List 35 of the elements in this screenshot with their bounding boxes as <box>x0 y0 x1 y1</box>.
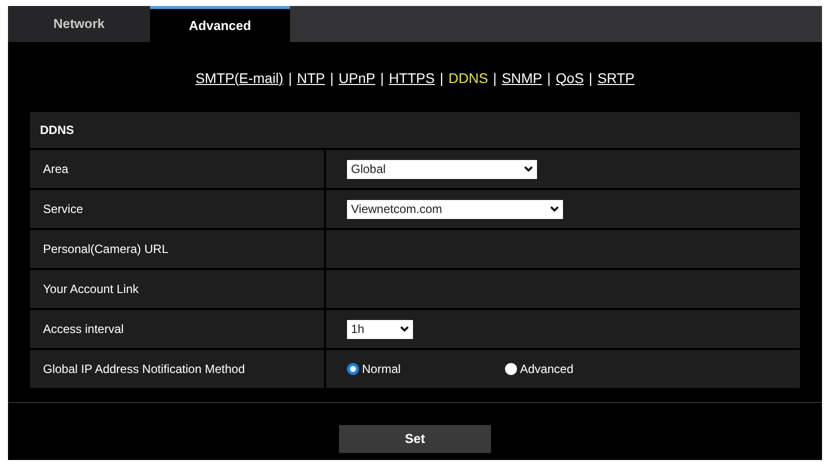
nav-link[interactable]: QoS <box>556 68 584 88</box>
separator: | <box>588 68 592 88</box>
dropdown[interactable]: Global <box>347 160 537 178</box>
separator: | <box>330 68 334 88</box>
chevron-down-icon <box>550 206 559 212</box>
chevron-down-icon <box>524 166 533 172</box>
field-label: Global IP Address Notification Method <box>30 350 324 388</box>
nav-link[interactable]: HTTPS <box>388 68 435 88</box>
nav-link[interactable]: NTP <box>296 68 325 88</box>
nav-link[interactable]: SNMP <box>502 68 542 88</box>
field-label: Area <box>30 150 324 188</box>
separator: | <box>493 68 497 88</box>
chevron-down-icon <box>400 326 409 332</box>
radio-button[interactable] <box>505 363 517 375</box>
nav-link[interactable]: DDNS <box>448 68 488 88</box>
separator: | <box>547 68 551 88</box>
field-label: Service <box>30 190 324 228</box>
radio-button[interactable] <box>347 363 359 375</box>
dropdown[interactable]: 1h <box>347 320 413 338</box>
separator: | <box>380 68 384 88</box>
field-label: Personal(Camera) URL <box>30 230 324 268</box>
field-label: Your Account Link <box>30 270 324 308</box>
set-button[interactable]: Set <box>339 425 491 453</box>
tab[interactable]: Network <box>8 6 150 42</box>
separator: | <box>288 68 292 88</box>
nav-link[interactable]: SRTP <box>597 68 635 88</box>
dropdown[interactable]: Viewnetcom.com <box>347 200 563 218</box>
nav-link[interactable]: UPnP <box>338 68 376 88</box>
nav-link[interactable]: SMTP(E-mail) <box>195 68 284 88</box>
field-label: Access interval <box>30 310 324 348</box>
separator: | <box>440 68 444 88</box>
radio-option[interactable]: Normal <box>347 360 505 378</box>
radio-option[interactable]: Advanced <box>505 360 663 378</box>
section-title: DDNS <box>30 112 800 148</box>
tab[interactable]: Advanced <box>150 6 290 42</box>
